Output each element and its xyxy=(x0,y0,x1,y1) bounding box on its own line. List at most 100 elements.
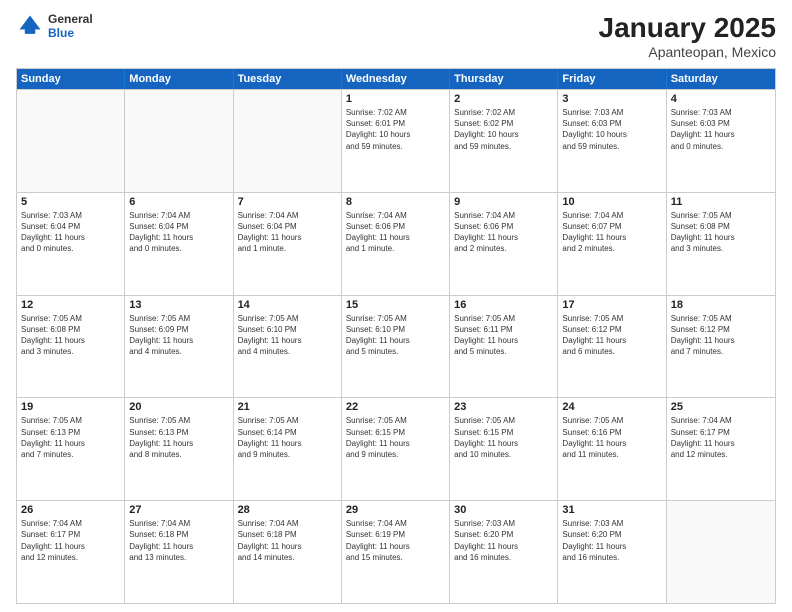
table-row: 7 Sunrise: 7:04 AM Sunset: 6:04 PM Daylig… xyxy=(234,193,342,295)
calendar-title: January 2025 xyxy=(599,12,776,44)
day-number: 21 xyxy=(238,401,337,413)
day-info: Sunrise: 7:05 AM Sunset: 6:15 PM Dayligh… xyxy=(454,415,553,460)
table-row: 19 Sunrise: 7:05 AM Sunset: 6:13 PM Dayli… xyxy=(17,398,125,500)
day-info: Sunrise: 7:04 AM Sunset: 6:04 PM Dayligh… xyxy=(238,210,337,255)
day-header-wednesday: Wednesday xyxy=(342,69,450,89)
day-header-friday: Friday xyxy=(558,69,666,89)
table-row: 5 Sunrise: 7:03 AM Sunset: 6:04 PM Daylig… xyxy=(17,193,125,295)
table-row xyxy=(17,90,125,192)
table-row: 31 Sunrise: 7:03 AM Sunset: 6:20 PM Dayli… xyxy=(558,501,666,603)
table-row: 29 Sunrise: 7:04 AM Sunset: 6:19 PM Dayli… xyxy=(342,501,450,603)
header: General Blue January 2025 Apanteopan, Me… xyxy=(16,12,776,60)
table-row: 17 Sunrise: 7:05 AM Sunset: 6:12 PM Dayli… xyxy=(558,296,666,398)
day-number: 7 xyxy=(238,196,337,208)
day-info: Sunrise: 7:05 AM Sunset: 6:10 PM Dayligh… xyxy=(346,313,445,358)
day-number: 9 xyxy=(454,196,553,208)
day-number: 8 xyxy=(346,196,445,208)
table-row: 6 Sunrise: 7:04 AM Sunset: 6:04 PM Daylig… xyxy=(125,193,233,295)
day-number: 6 xyxy=(129,196,228,208)
table-row: 15 Sunrise: 7:05 AM Sunset: 6:10 PM Dayli… xyxy=(342,296,450,398)
day-info: Sunrise: 7:04 AM Sunset: 6:17 PM Dayligh… xyxy=(671,415,771,460)
day-info: Sunrise: 7:04 AM Sunset: 6:17 PM Dayligh… xyxy=(21,518,120,563)
table-row: 4 Sunrise: 7:03 AM Sunset: 6:03 PM Daylig… xyxy=(667,90,775,192)
table-row: 18Sunrise: 7:05 AM Sunset: 6:12 PM Dayli… xyxy=(667,296,775,398)
day-info: Sunrise: 7:04 AM Sunset: 6:04 PM Dayligh… xyxy=(129,210,228,255)
day-info: Sunrise: 7:05 AM Sunset: 6:14 PM Dayligh… xyxy=(238,415,337,460)
day-number: 28 xyxy=(238,504,337,516)
day-info: Sunrise: 7:03 AM Sunset: 6:20 PM Dayligh… xyxy=(562,518,661,563)
calendar-subtitle: Apanteopan, Mexico xyxy=(599,44,776,60)
table-row: 25 Sunrise: 7:04 AM Sunset: 6:17 PM Dayli… xyxy=(667,398,775,500)
day-number: 31 xyxy=(562,504,661,516)
day-number: 25 xyxy=(671,401,771,413)
day-info: Sunrise: 7:04 AM Sunset: 6:18 PM Dayligh… xyxy=(129,518,228,563)
table-row xyxy=(234,90,342,192)
day-number: 29 xyxy=(346,504,445,516)
table-row: 11Sunrise: 7:05 AM Sunset: 6:08 PM Dayli… xyxy=(667,193,775,295)
calendar-body: 1 Sunrise: 7:02 AM Sunset: 6:01 PM Daylig… xyxy=(17,89,775,603)
week-row-5: 26 Sunrise: 7:04 AM Sunset: 6:17 PM Dayli… xyxy=(17,500,775,603)
week-row-3: 12Sunrise: 7:05 AM Sunset: 6:08 PM Dayli… xyxy=(17,295,775,398)
table-row: 1 Sunrise: 7:02 AM Sunset: 6:01 PM Daylig… xyxy=(342,90,450,192)
day-number: 20 xyxy=(129,401,228,413)
day-number: 27 xyxy=(129,504,228,516)
day-info: Sunrise: 7:03 AM Sunset: 6:03 PM Dayligh… xyxy=(671,107,771,152)
table-row: 2 Sunrise: 7:02 AM Sunset: 6:02 PM Daylig… xyxy=(450,90,558,192)
table-row: 28 Sunrise: 7:04 AM Sunset: 6:18 PM Dayli… xyxy=(234,501,342,603)
day-info: Sunrise: 7:05 AM Sunset: 6:15 PM Dayligh… xyxy=(346,415,445,460)
day-number: 30 xyxy=(454,504,553,516)
day-info: Sunrise: 7:05 AM Sunset: 6:12 PM Dayligh… xyxy=(562,313,661,358)
day-number: 26 xyxy=(21,504,120,516)
day-info: Sunrise: 7:03 AM Sunset: 6:20 PM Dayligh… xyxy=(454,518,553,563)
day-info: Sunrise: 7:05 AM Sunset: 6:12 PM Dayligh… xyxy=(671,313,771,358)
table-row: 22Sunrise: 7:05 AM Sunset: 6:15 PM Dayli… xyxy=(342,398,450,500)
table-row: 12Sunrise: 7:05 AM Sunset: 6:08 PM Dayli… xyxy=(17,296,125,398)
day-number: 5 xyxy=(21,196,120,208)
day-number: 19 xyxy=(21,401,120,413)
week-row-1: 1 Sunrise: 7:02 AM Sunset: 6:01 PM Daylig… xyxy=(17,89,775,192)
day-number: 12 xyxy=(21,299,120,311)
day-info: Sunrise: 7:04 AM Sunset: 6:18 PM Dayligh… xyxy=(238,518,337,563)
page: General Blue January 2025 Apanteopan, Me… xyxy=(0,0,792,612)
day-number: 15 xyxy=(346,299,445,311)
table-row: 8Sunrise: 7:04 AM Sunset: 6:06 PM Daylig… xyxy=(342,193,450,295)
day-number: 4 xyxy=(671,93,771,105)
day-info: Sunrise: 7:02 AM Sunset: 6:01 PM Dayligh… xyxy=(346,107,445,152)
day-info: Sunrise: 7:05 AM Sunset: 6:11 PM Dayligh… xyxy=(454,313,553,358)
calendar-header: SundayMondayTuesdayWednesdayThursdayFrid… xyxy=(17,69,775,89)
logo-icon xyxy=(16,12,44,40)
table-row: 16 Sunrise: 7:05 AM Sunset: 6:11 PM Dayli… xyxy=(450,296,558,398)
title-block: January 2025 Apanteopan, Mexico xyxy=(599,12,776,60)
table-row xyxy=(667,501,775,603)
table-row: 21 Sunrise: 7:05 AM Sunset: 6:14 PM Dayli… xyxy=(234,398,342,500)
table-row: 14Sunrise: 7:05 AM Sunset: 6:10 PM Dayli… xyxy=(234,296,342,398)
day-number: 13 xyxy=(129,299,228,311)
day-header-sunday: Sunday xyxy=(17,69,125,89)
table-row: 10Sunrise: 7:04 AM Sunset: 6:07 PM Dayli… xyxy=(558,193,666,295)
logo: General Blue xyxy=(16,12,93,41)
table-row: 9Sunrise: 7:04 AM Sunset: 6:06 PM Daylig… xyxy=(450,193,558,295)
week-row-4: 19 Sunrise: 7:05 AM Sunset: 6:13 PM Dayli… xyxy=(17,397,775,500)
table-row: 13 Sunrise: 7:05 AM Sunset: 6:09 PM Dayli… xyxy=(125,296,233,398)
day-number: 1 xyxy=(346,93,445,105)
day-number: 23 xyxy=(454,401,553,413)
table-row: 20Sunrise: 7:05 AM Sunset: 6:13 PM Dayli… xyxy=(125,398,233,500)
day-info: Sunrise: 7:05 AM Sunset: 6:09 PM Dayligh… xyxy=(129,313,228,358)
table-row: 23 Sunrise: 7:05 AM Sunset: 6:15 PM Dayli… xyxy=(450,398,558,500)
day-info: Sunrise: 7:03 AM Sunset: 6:03 PM Dayligh… xyxy=(562,107,661,152)
day-info: Sunrise: 7:02 AM Sunset: 6:02 PM Dayligh… xyxy=(454,107,553,152)
day-number: 17 xyxy=(562,299,661,311)
day-info: Sunrise: 7:05 AM Sunset: 6:10 PM Dayligh… xyxy=(238,313,337,358)
day-info: Sunrise: 7:05 AM Sunset: 6:13 PM Dayligh… xyxy=(21,415,120,460)
day-header-tuesday: Tuesday xyxy=(234,69,342,89)
day-info: Sunrise: 7:04 AM Sunset: 6:19 PM Dayligh… xyxy=(346,518,445,563)
day-header-thursday: Thursday xyxy=(450,69,558,89)
day-number: 10 xyxy=(562,196,661,208)
day-number: 16 xyxy=(454,299,553,311)
day-number: 11 xyxy=(671,196,771,208)
day-number: 2 xyxy=(454,93,553,105)
logo-general: General xyxy=(48,12,93,26)
table-row: 27 Sunrise: 7:04 AM Sunset: 6:18 PM Dayli… xyxy=(125,501,233,603)
week-row-2: 5 Sunrise: 7:03 AM Sunset: 6:04 PM Daylig… xyxy=(17,192,775,295)
day-info: Sunrise: 7:03 AM Sunset: 6:04 PM Dayligh… xyxy=(21,210,120,255)
